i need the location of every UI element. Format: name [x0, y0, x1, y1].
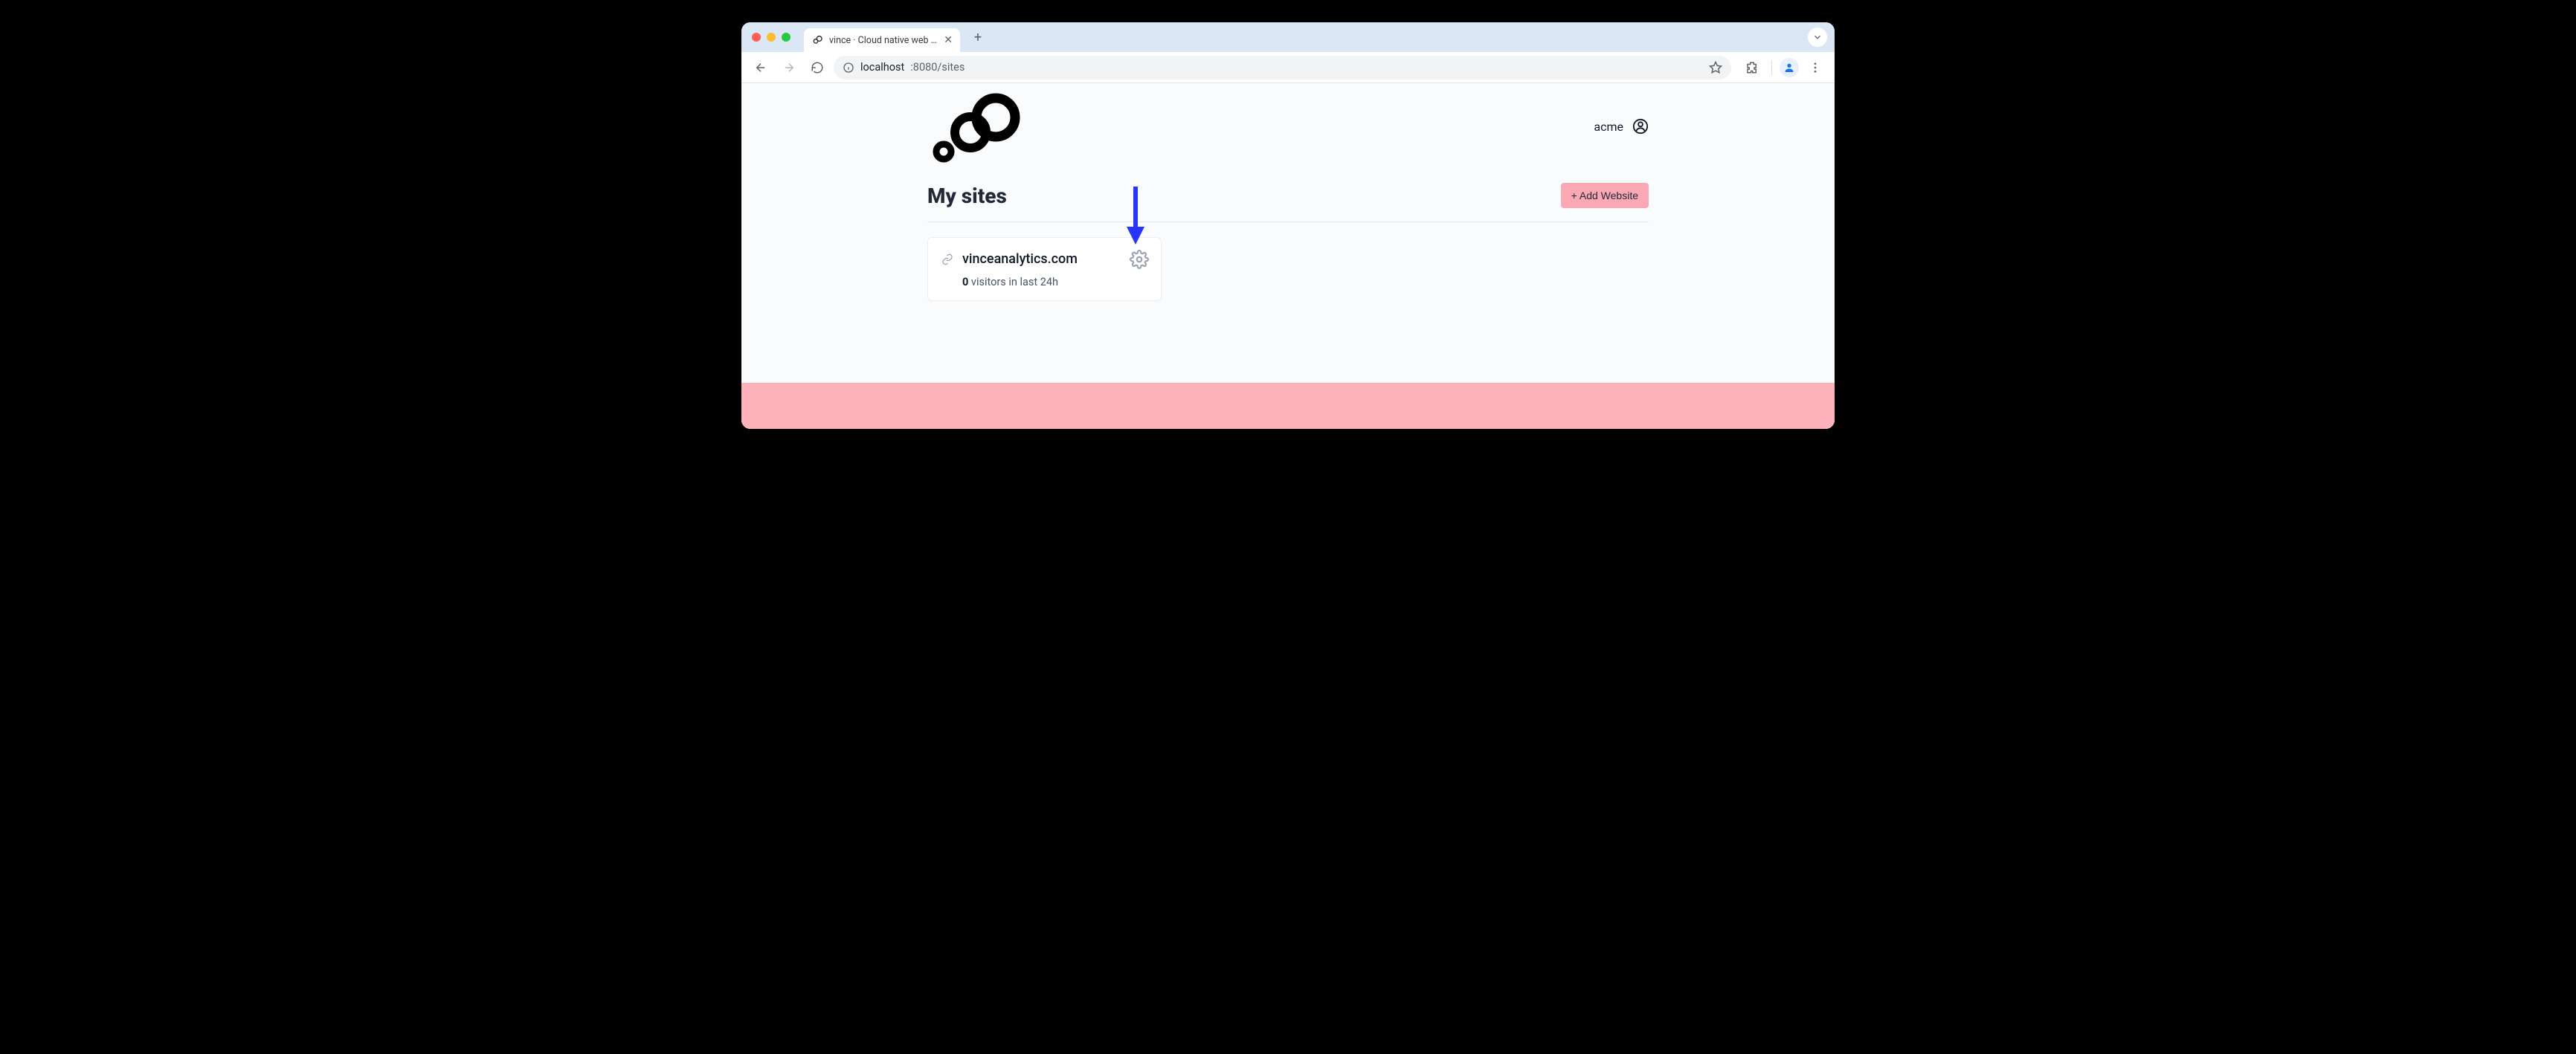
forward-button[interactable]: [777, 56, 801, 80]
site-card[interactable]: vinceanalytics.com 0 visitors in last 24…: [927, 237, 1162, 301]
sites-grid: vinceanalytics.com 0 visitors in last 24…: [927, 237, 1649, 301]
page-title: My sites: [927, 184, 1007, 208]
site-visitors-line: 0 visitors in last 24h: [941, 276, 1147, 288]
toolbar-divider: [1771, 60, 1772, 75]
site-settings-button[interactable]: [1128, 248, 1150, 271]
window-controls: [752, 33, 790, 42]
browser-menu-button[interactable]: [1803, 56, 1827, 80]
browser-tab[interactable]: vince · Cloud native web anal ✕: [804, 28, 960, 52]
new-tab-button[interactable]: +: [967, 27, 988, 48]
tabs-dropdown-button[interactable]: [1808, 28, 1827, 47]
bookmark-button[interactable]: [1709, 61, 1722, 74]
visitors-suffix: visitors in last 24h: [968, 276, 1058, 288]
url-host: localhost: [860, 61, 904, 74]
app-logo-icon[interactable]: [927, 89, 1031, 164]
back-button[interactable]: [749, 56, 773, 80]
reload-button[interactable]: [805, 56, 829, 80]
extensions-button[interactable]: [1740, 56, 1764, 80]
url-path: :8080/sites: [910, 61, 965, 74]
profile-button[interactable]: [1780, 58, 1799, 77]
tab-close-button[interactable]: ✕: [944, 34, 953, 46]
tab-strip: vince · Cloud native web anal ✕ +: [741, 22, 1835, 52]
address-bar[interactable]: localhost :8080/sites: [834, 56, 1731, 80]
window-zoom-button[interactable]: [782, 33, 790, 42]
window-close-button[interactable]: [752, 33, 761, 42]
title-row: My sites + Add Website: [927, 183, 1649, 222]
footer-band: [741, 383, 1835, 429]
window-minimize-button[interactable]: [767, 33, 776, 42]
user-avatar-icon: [1632, 118, 1649, 135]
tabstrip-right: [1808, 28, 1827, 47]
page-content: acme My sites + Add Website vinceanal: [741, 83, 1835, 429]
browser-window: vince · Cloud native web anal ✕ + localh…: [741, 22, 1835, 429]
add-website-button[interactable]: + Add Website: [1561, 183, 1649, 208]
user-label: acme: [1594, 120, 1623, 134]
tab-favicon-icon: [811, 34, 823, 46]
user-menu[interactable]: acme: [1594, 118, 1649, 135]
browser-toolbar: localhost :8080/sites: [741, 52, 1835, 83]
link-icon: [941, 253, 953, 265]
tab-title: vince · Cloud native web anal: [829, 35, 938, 46]
app-header: acme: [927, 83, 1649, 164]
site-domain: vinceanalytics.com: [962, 251, 1078, 267]
site-info-icon[interactable]: [843, 62, 854, 74]
toolbar-right: [1736, 56, 1827, 80]
